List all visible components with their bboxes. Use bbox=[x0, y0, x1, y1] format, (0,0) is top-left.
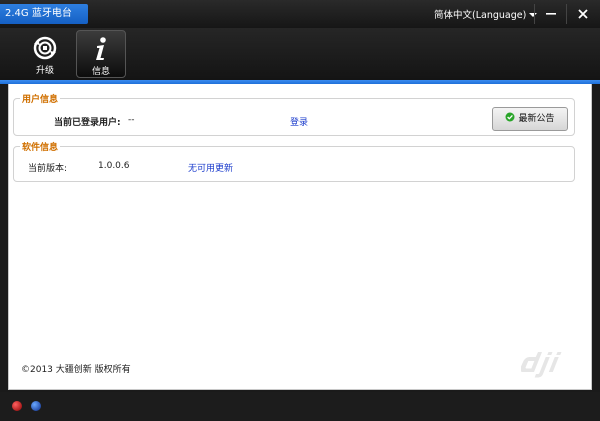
latest-notice-label: 最新公告 bbox=[518, 114, 555, 124]
toolbar: 升级 信息 bbox=[0, 28, 600, 80]
divider bbox=[534, 4, 535, 24]
close-icon bbox=[578, 9, 588, 19]
info-tab-label: 信息 bbox=[91, 67, 110, 77]
main-panel: 用户信息 当前已登录用户: -- 登录 最新公告 软件信息 当前版本: 1.0.… bbox=[8, 84, 592, 390]
upgrade-tab[interactable]: 升级 bbox=[20, 30, 70, 78]
dji-logo-icon bbox=[521, 352, 562, 378]
minimize-icon bbox=[546, 13, 556, 15]
language-label: 简体中文(Language) bbox=[434, 10, 527, 21]
title-bar: 2.4G 蓝牙电台 简体中文(Language) bbox=[0, 0, 600, 28]
language-dropdown[interactable]: 简体中文(Language) bbox=[434, 7, 538, 21]
update-status-link[interactable]: 无可用更新 bbox=[188, 161, 233, 174]
current-user-value: -- bbox=[128, 115, 135, 125]
minimize-button[interactable] bbox=[536, 0, 566, 28]
copyright-text: ©2013 大疆创新 版权所有 bbox=[21, 365, 131, 375]
login-link[interactable]: 登录 bbox=[290, 115, 308, 128]
info-icon bbox=[96, 37, 106, 60]
software-info-group: 软件信息 当前版本: 1.0.0.6 无可用更新 bbox=[13, 140, 575, 182]
user-info-group: 用户信息 当前已登录用户: -- 登录 最新公告 bbox=[13, 92, 575, 136]
refresh-upgrade-icon bbox=[33, 36, 57, 60]
latest-notice-button[interactable]: 最新公告 bbox=[492, 107, 568, 131]
software-info-title: 软件信息 bbox=[20, 140, 61, 153]
divider bbox=[566, 4, 567, 24]
blue-status-light bbox=[31, 401, 41, 411]
status-bar bbox=[0, 392, 600, 421]
version-value: 1.0.0.6 bbox=[98, 161, 130, 171]
info-tab[interactable]: 信息 bbox=[76, 30, 126, 78]
version-label: 当前版本: bbox=[28, 164, 68, 174]
current-user-label: 当前已登录用户: bbox=[54, 118, 121, 128]
user-info-title: 用户信息 bbox=[20, 92, 61, 105]
check-circle-icon bbox=[505, 112, 515, 122]
red-status-light bbox=[12, 401, 22, 411]
upgrade-tab-label: 升级 bbox=[35, 66, 54, 76]
close-button[interactable] bbox=[568, 0, 598, 28]
app-title: 2.4G 蓝牙电台 bbox=[0, 4, 88, 24]
